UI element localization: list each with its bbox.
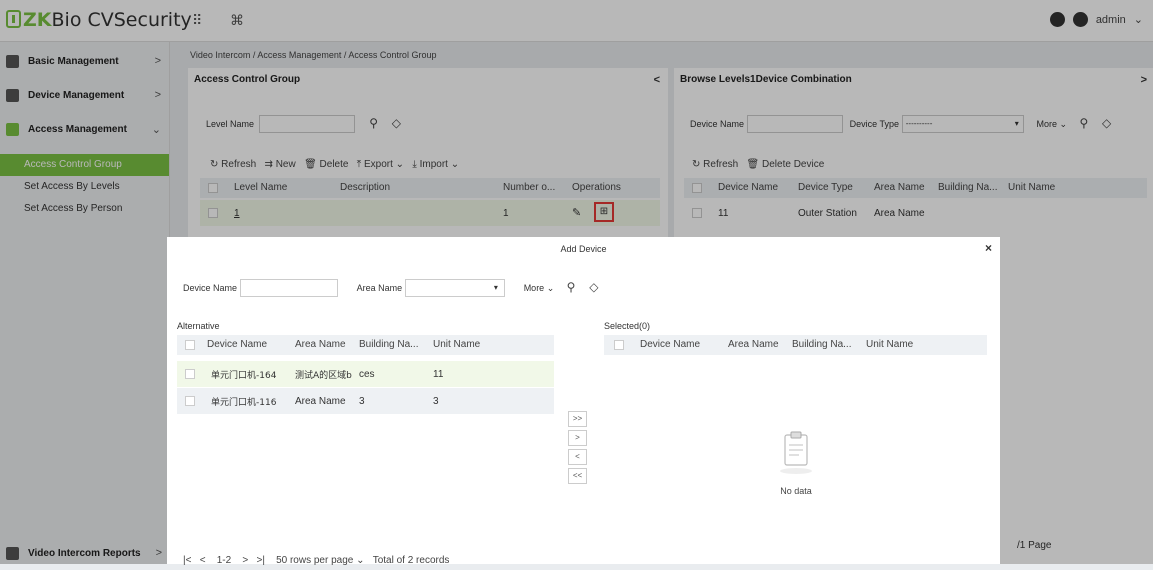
selected-table-header: Device Name Area Name Building Na... Uni… [604, 335, 987, 355]
total-records: Total of 2 records [372, 555, 450, 566]
close-icon[interactable]: × [985, 241, 992, 255]
table-row[interactable]: 单元门口机-116 Area Name 3 3 [177, 388, 554, 414]
column-header[interactable]: Unit Name [433, 339, 480, 350]
column-header[interactable]: Area Name [728, 339, 779, 350]
next-page-icon[interactable]: > [242, 555, 248, 566]
column-header[interactable]: Building Na... [359, 339, 418, 350]
last-page-icon[interactable]: >| [257, 555, 265, 566]
no-data-text: No data [780, 486, 812, 496]
more-filter-toggle[interactable]: More ⌄ [524, 283, 555, 293]
dialog-title: Add Device [560, 244, 607, 254]
select-all-checkbox[interactable] [614, 340, 624, 350]
add-device-dialog: Add Device × Device Name Area Name ▾ Mor… [167, 237, 1000, 566]
search-icon[interactable]: ⚲ [561, 278, 581, 296]
device-name-cell: 单元门口机-164 [211, 371, 277, 381]
device-name-label: Device Name [183, 283, 238, 293]
move-right-button[interactable]: > [568, 430, 587, 446]
column-header[interactable]: Area Name [295, 339, 346, 350]
first-page-icon[interactable]: |< [183, 555, 191, 566]
table-row[interactable]: 单元门口机-164 测试A的区域b ces 11 [177, 361, 554, 387]
area-name-label: Area Name [356, 283, 403, 293]
unit-cell: 3 [433, 396, 439, 407]
row-checkbox[interactable] [185, 369, 195, 379]
alternative-table-header: Device Name Area Name Building Na... Uni… [177, 335, 554, 355]
no-data-clipboard-icon [780, 431, 812, 474]
building-cell: ces [359, 369, 375, 380]
move-all-left-button[interactable]: << [568, 468, 587, 484]
area-name-select[interactable]: ▾ [404, 279, 505, 298]
pagination: |< < 1-2 > >| 50 rows per page ⌄ Total o… [183, 555, 449, 566]
building-cell: 3 [359, 396, 365, 407]
select-all-checkbox[interactable] [185, 340, 195, 350]
move-left-button[interactable]: < [568, 449, 587, 465]
selected-label: Selected(0) [604, 321, 651, 331]
device-name-input[interactable] [239, 279, 338, 298]
column-header[interactable]: Device Name [207, 339, 267, 350]
alternative-label: Alternative [177, 321, 220, 331]
column-header[interactable]: Building Na... [792, 339, 851, 350]
area-name-cell: 测试A的区域b [295, 371, 352, 381]
unit-cell: 11 [433, 369, 444, 380]
column-header[interactable]: Device Name [640, 339, 700, 350]
prev-page-icon[interactable]: < [200, 555, 206, 566]
page-range: 1-2 [216, 555, 232, 566]
column-header[interactable]: Unit Name [866, 339, 913, 350]
device-name-cell: 单元门口机-116 [211, 398, 277, 408]
move-all-right-button[interactable]: >> [568, 411, 587, 427]
rows-per-page-select[interactable]: 50 rows per page ⌄ [276, 555, 364, 566]
row-checkbox[interactable] [185, 396, 195, 406]
clear-icon[interactable]: ◇ [584, 278, 604, 296]
area-name-cell: Area Name [295, 396, 346, 407]
